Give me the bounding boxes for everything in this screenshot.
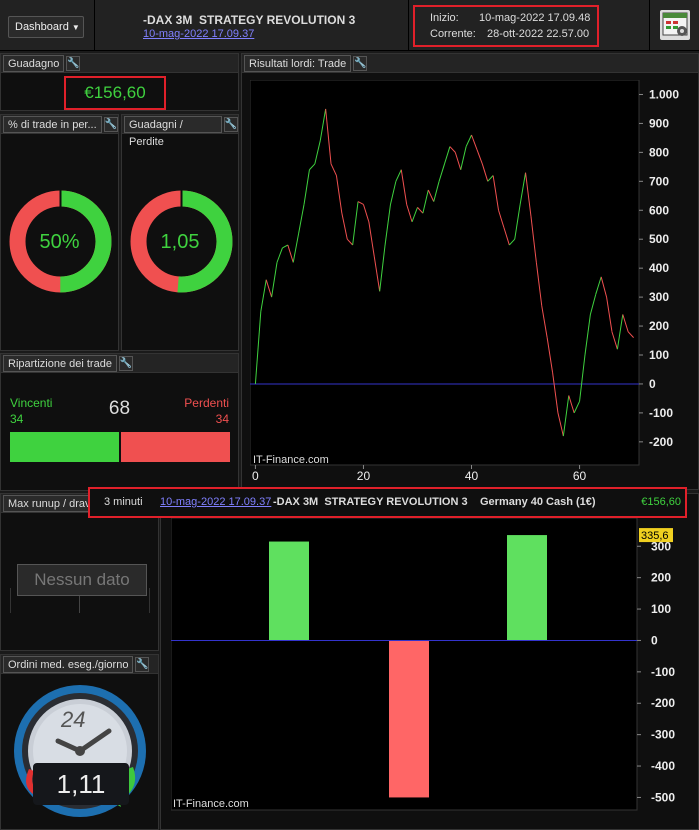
strategy-info-bar: 3 minuti 10-mag-2022 17.09.37 -DAX 3M ST… (88, 487, 687, 518)
strategy-date-link[interactable]: 10-mag-2022 17.09.37 (143, 28, 254, 40)
panel-title: % di trade in per... (3, 115, 102, 133)
clock-24-label: 24 (61, 707, 86, 732)
time-range-box: Inizio: 10-mag-2022 17.09.48 Corrente: 2… (413, 5, 599, 47)
y-tick-label: 200 (651, 571, 671, 585)
y-tick-label: -100 (651, 665, 675, 679)
y-tick-label: 300 (649, 290, 669, 304)
chart-watermark: IT-Finance.com (253, 454, 329, 466)
y-tick-label: -200 (651, 696, 675, 710)
infobar-date-link[interactable]: 10-mag-2022 17.09.37 (160, 496, 271, 508)
panel-title: Ripartizione dei trade (3, 354, 117, 372)
settings-icon[interactable] (660, 10, 690, 40)
gain-loss-value: 1,05 (160, 231, 200, 253)
trade-results-panel: Risultati lordi: Trade 🔧 1.000 900 800 700 6… (241, 53, 699, 490)
panel-title: Risultati lordi: Trade (244, 54, 352, 72)
x-tick-label: 60 (573, 469, 587, 483)
panel-title: Guadagno (3, 54, 65, 72)
y-tick-label: 500 (649, 232, 669, 246)
y-tick-label: -400 (651, 759, 675, 773)
trade-bar (269, 541, 309, 641)
dashboard-label: Dashboard (15, 21, 69, 33)
trade-bar (507, 535, 547, 641)
y-tick-label: 200 (649, 319, 669, 333)
timeframe-label: 3 minuti (104, 496, 143, 508)
infobar-value: €156,60 (641, 496, 681, 508)
y-tick-label: 100 (651, 602, 671, 616)
losers-bar (121, 432, 230, 462)
panel-title: Max runup / drav (3, 494, 96, 512)
infobar-instrument: Germany 40 Cash (1€) (480, 496, 596, 508)
panel-title: Guadagni / Perdite (124, 115, 222, 148)
trade-split-panel: Ripartizione dei trade 🔧 Vincenti 34 68 … (0, 353, 239, 491)
current-label: Corrente: (430, 28, 476, 40)
strategy-title: -DAX 3M STRATEGY REVOLUTION 3 (143, 13, 356, 27)
no-data-label: Nessun dato (17, 564, 147, 596)
y-tick-label: -500 (651, 790, 675, 804)
panel-title: Ordini med. eseg./giorno (3, 655, 134, 673)
gain-loss-panel: Guadagni / Perdite 🔧 1,05 (121, 114, 239, 351)
trade-bars-panel: 300 200 100 0 -100 -200 -300 -400 -500 IT-Financ… (160, 493, 699, 830)
wrench-icon[interactable]: 🔧 (66, 55, 81, 71)
y-tick-label: -200 (649, 435, 673, 449)
gain-value: €156,60 (64, 76, 166, 110)
wrench-icon[interactable]: 🔧 (224, 116, 238, 132)
y-tick-label: 800 (649, 145, 669, 159)
current-value: 28-ott-2022 22.57.00 (487, 28, 590, 40)
win-rate-value: 50% (39, 231, 80, 253)
dashboard-dropdown[interactable]: Dashboard ▼ (8, 16, 84, 38)
y-tick-label: -300 (651, 728, 675, 742)
trade-bars-chart[interactable]: 3002001000-100-200-300-400-500 IT-Financ… (171, 518, 699, 830)
start-value: 10-mag-2022 17.09.48 (479, 12, 591, 24)
losers-label: Perdenti (184, 396, 229, 410)
y-tick-label: -100 (649, 406, 673, 420)
y-tick-label: 0 (651, 633, 658, 647)
losers-count: 34 (215, 412, 229, 426)
infobar-strategy: -DAX 3M STRATEGY REVOLUTION 3 (273, 496, 468, 508)
x-tick-label: 0 (252, 469, 259, 483)
wrench-icon[interactable]: 🔧 (118, 355, 133, 371)
win-rate-panel: % di trade in per... 🔧 50% (0, 114, 119, 351)
y-tick-label: 400 (649, 261, 669, 275)
y-tick-label: 0 (649, 377, 656, 391)
x-tick-label: 20 (357, 469, 371, 483)
divider (94, 0, 95, 51)
orders-per-day-value: 1,11 (33, 763, 129, 805)
wrench-icon[interactable]: 🔧 (353, 55, 368, 71)
y-tick-label: 100 (649, 348, 669, 362)
divider (649, 0, 650, 51)
wrench-icon[interactable]: 🔧 (103, 116, 118, 132)
last-value-marker: 335,6 (641, 530, 669, 542)
y-tick-label: 700 (649, 174, 669, 188)
x-tick-label: 40 (465, 469, 479, 483)
chevron-down-icon: ▼ (71, 22, 80, 32)
gain-panel: Guadagno 🔧 €156,60 (0, 53, 239, 111)
trade-bar (389, 640, 429, 798)
trade-results-chart[interactable]: 1.0009008007006005004003002001000-100-20… (250, 80, 698, 488)
chart-watermark: IT-Finance.com (173, 798, 249, 810)
y-tick-label: 1.000 (649, 87, 679, 101)
orders-per-day-panel: Ordini med. eseg./giorno 🔧 24 1,11 (0, 654, 159, 830)
y-tick-label: 600 (649, 203, 669, 217)
divider (408, 0, 409, 51)
start-label: Inizio: (430, 12, 459, 24)
winners-bar (10, 432, 119, 462)
wrench-icon[interactable]: 🔧 (135, 656, 150, 672)
y-tick-label: 900 (649, 116, 669, 130)
